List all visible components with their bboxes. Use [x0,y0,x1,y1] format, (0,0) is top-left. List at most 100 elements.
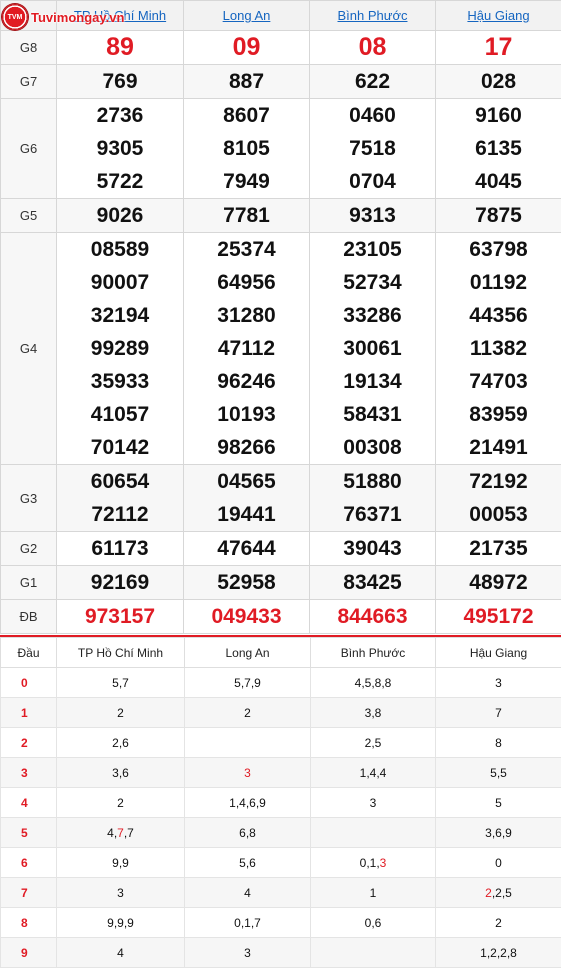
prize-cell: 52958 [184,566,310,600]
prize-number: 622 [310,65,435,98]
prize-label: G2 [1,532,57,566]
prize-number: 35933 [57,365,183,398]
prize-number: 7518 [310,132,435,165]
loto-cell: 3 [311,788,436,818]
prize-number: 44356 [436,299,561,332]
prize-row: G59026778193137875 [1,199,561,233]
loto-tail: 3 [370,796,377,810]
prize-cell: 83425 [310,566,436,600]
prize-cell: 0456519441 [184,465,310,532]
loto-header-province: Long An [185,638,311,668]
loto-cell: 2,5 [311,728,436,758]
loto-tail: 2 [117,796,124,810]
loto-row: 33,631,4,45,5 [1,758,561,788]
prize-number: 495172 [436,600,561,633]
prize-number: 98266 [184,431,309,464]
prize-label: G6 [1,99,57,199]
loto-cell: 0,1,7 [185,908,311,938]
site-logo[interactable]: TVM Tuvimongay.vn [2,4,124,30]
prize-number: 70142 [57,431,183,464]
loto-tail: 6,8 [239,826,256,840]
loto-cell: 0,6 [311,908,436,938]
loto-row: 89,9,90,1,70,62 [1,908,561,938]
loto-row: 54,7,76,83,6,9 [1,818,561,848]
loto-cell: 3,6,9 [436,818,561,848]
prize-number: 51880 [310,465,435,498]
prize-cell: 844663 [310,600,436,634]
loto-header-dau: Đầu [1,638,57,668]
prize-number: 0704 [310,165,435,198]
prize-number: 9160 [436,99,561,132]
prize-cell: 7219200053 [436,465,561,532]
prize-cell: 046075180704 [310,99,436,199]
loto-tail: 4 [244,886,251,900]
loto-cell: 8 [436,728,561,758]
prize-row: G408589900073219499289359334105770142253… [1,233,561,465]
loto-tail: 2 [117,706,124,720]
prize-label: G7 [1,65,57,99]
prize-number: 09 [184,31,309,64]
province-link-hau-giang[interactable]: Hậu Giang [467,8,529,23]
prize-cell: 7875 [436,199,561,233]
prize-cell: 25374649563128047112962461019398266 [184,233,310,465]
prize-number: 72112 [57,498,183,531]
loto-cell: 2,6 [57,728,185,758]
loto-tail: 5,7 [112,676,129,690]
loto-tail: ,7 [124,826,134,840]
prize-cell: 21735 [436,532,561,566]
loto-cell [185,728,311,758]
loto-cell: 4,5,8,8 [311,668,436,698]
prize-cell: 39043 [310,532,436,566]
province-link-binh-phuoc[interactable]: Bình Phước [338,8,408,23]
loto-tail: 4,5,8,8 [355,676,392,690]
loto-dau: 7 [1,878,57,908]
prize-number: 8105 [184,132,309,165]
prize-number: 8607 [184,99,309,132]
loto-cell: 5,5 [436,758,561,788]
loto-tail: 1 [370,886,377,900]
prize-number: 52958 [184,566,309,599]
loto-row: 73412,2,5 [1,878,561,908]
province-link-long-an[interactable]: Long An [223,8,271,23]
prize-number: 31280 [184,299,309,332]
prize-number: 64956 [184,266,309,299]
prize-number: 0460 [310,99,435,132]
loto-tail-highlight: 7 [117,826,124,840]
prize-cell: 916061354045 [436,99,561,199]
prize-row: G627369305572286078105794904607518070491… [1,99,561,199]
loto-dau: 5 [1,818,57,848]
loto-tail: 3,6,9 [485,826,512,840]
prize-label: G5 [1,199,57,233]
prize-number: 028 [436,65,561,98]
prize-number: 973157 [57,600,183,633]
prize-number: 19441 [184,498,309,531]
prize-cell: 17 [436,31,561,65]
loto-tail: 3,6 [112,766,129,780]
prize-number: 25374 [184,233,309,266]
loto-tail: 2,6 [112,736,129,750]
loto-tail-highlight: 3 [380,856,387,870]
loto-cell: 3,6 [57,758,185,788]
prize-number: 33286 [310,299,435,332]
prize-label: G8 [1,31,57,65]
prize-cell: 887 [184,65,310,99]
loto-tail: 5 [495,796,502,810]
prize-cell: 6065472112 [57,465,184,532]
prize-number: 4045 [436,165,561,198]
prize-cell: 63798011924435611382747038395921491 [436,233,561,465]
prize-cell: 973157 [57,600,184,634]
prize-number: 72192 [436,465,561,498]
lottery-results-page: TVM Tuvimongay.vn TP Hồ Chí Minh Long An… [0,0,561,968]
prize-cell: 273693055722 [57,99,184,199]
loto-cell: 0 [436,848,561,878]
prize-number: 00053 [436,498,561,531]
loto-tail: 7 [495,706,502,720]
loto-row: 421,4,6,935 [1,788,561,818]
prize-number: 11382 [436,332,561,365]
prize-cell: 92169 [57,566,184,600]
prize-number: 76371 [310,498,435,531]
prize-number: 08 [310,31,435,64]
prize-label: ĐB [1,600,57,634]
loto-cell: 3 [185,758,311,788]
loto-tail: 3 [117,886,124,900]
